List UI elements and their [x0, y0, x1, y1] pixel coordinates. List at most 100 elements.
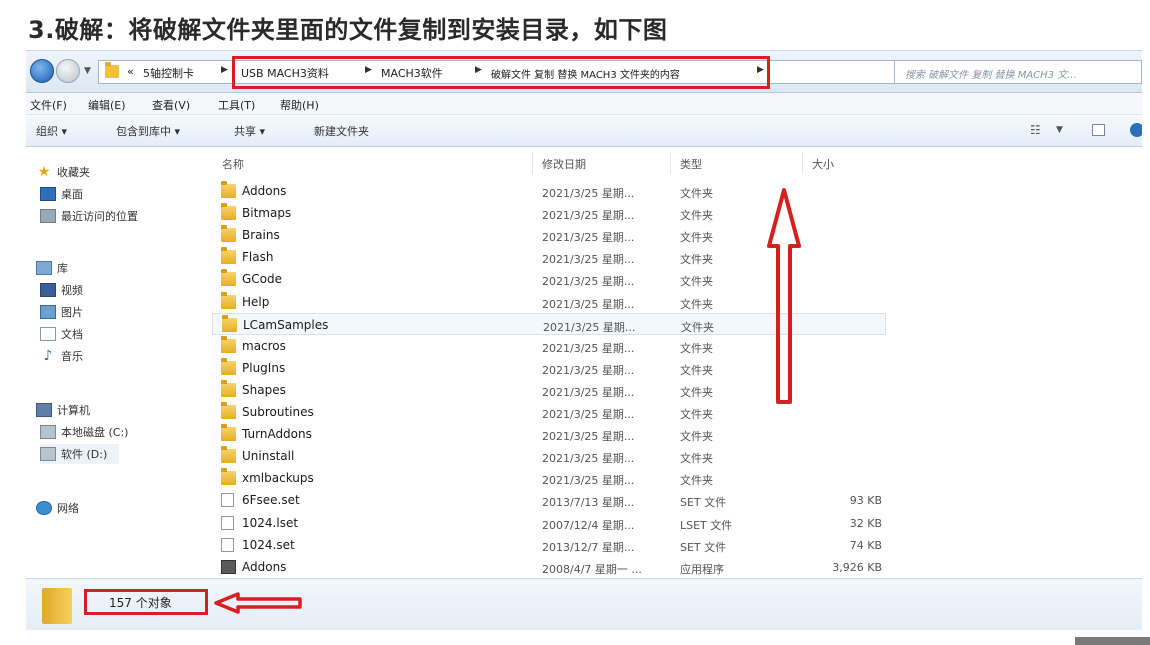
- file-date: 2007/12/4 星期...: [542, 518, 635, 532]
- file-name: macros: [242, 338, 286, 353]
- disk-icon: [40, 447, 56, 461]
- file-type: 文件夹: [680, 363, 713, 377]
- file-name: 6Fsee.set: [242, 493, 300, 508]
- table-row[interactable]: 1024.set 2013/12/7 星期... SET 文件 74 KB: [212, 534, 886, 556]
- file-name: Addons: [242, 559, 287, 574]
- nav-documents[interactable]: 文档: [40, 324, 83, 344]
- folder-icon: [221, 468, 236, 486]
- file-date: 2021/3/25 星期...: [542, 231, 635, 245]
- file-type: 应用程序: [680, 562, 724, 576]
- nav-label: 软件 (D:): [61, 448, 108, 461]
- table-row[interactable]: Uninstall 2021/3/25 星期... 文件夹: [212, 445, 886, 467]
- table-row[interactable]: Addons 2008/4/7 星期一 ... 应用程序 3,926 KB: [212, 556, 886, 578]
- menu-help[interactable]: 帮助(H): [280, 97, 319, 113]
- nav-pictures[interactable]: 图片: [40, 302, 83, 322]
- nav-desktop[interactable]: 桌面: [40, 184, 83, 204]
- folder-icon: [221, 269, 236, 287]
- help-icon[interactable]: [1130, 123, 1142, 137]
- table-row[interactable]: 6Fsee.set 2013/7/13 星期... SET 文件 93 KB: [212, 489, 886, 511]
- folder-icon: [222, 314, 237, 332]
- nav-disk-d[interactable]: 软件 (D:): [40, 444, 120, 464]
- view-options-icon[interactable]: ☷: [1030, 123, 1046, 137]
- file-date: 2021/3/25 星期...: [542, 341, 635, 355]
- command-toolbar: 组织 ▾ 包含到库中 ▾ 共享 ▾ 新建文件夹 ☷ ▼: [26, 115, 1142, 147]
- column-divider[interactable]: [802, 152, 803, 174]
- new-folder-button[interactable]: 新建文件夹: [314, 123, 369, 139]
- file-date: 2021/3/25 星期...: [542, 474, 635, 488]
- breadcrumb-separator-icon[interactable]: ▶: [221, 65, 228, 75]
- breadcrumb-item[interactable]: 5轴控制卡: [143, 65, 194, 81]
- nav-videos[interactable]: 视频: [40, 280, 83, 300]
- status-highlight-box: 157 个对象: [84, 589, 208, 615]
- nav-computer[interactable]: 计算机: [36, 400, 90, 420]
- file-size: 93 KB: [849, 494, 882, 508]
- back-button[interactable]: [30, 59, 54, 83]
- nav-favorites[interactable]: ★ 收藏夹: [36, 162, 90, 182]
- file-type: 文件夹: [681, 320, 714, 334]
- file-size: 32 KB: [849, 516, 882, 530]
- table-row[interactable]: 1024.lset 2007/12/4 星期... LSET 文件 32 KB: [212, 512, 886, 534]
- folder-icon: [221, 402, 236, 419]
- address-highlight-box: [232, 56, 770, 89]
- annotation-left-arrow: [214, 592, 302, 614]
- column-header-type[interactable]: 类型: [680, 156, 702, 172]
- column-divider[interactable]: [670, 152, 671, 174]
- nav-music[interactable]: ♪ 音乐: [40, 346, 83, 366]
- nav-disk-c[interactable]: 本地磁盘 (C:): [40, 422, 128, 442]
- recent-places-icon: [40, 209, 56, 223]
- file-date: 2013/12/7 星期...: [542, 540, 635, 554]
- file-date: 2021/3/25 星期...: [542, 452, 635, 466]
- nav-libraries[interactable]: 库: [36, 258, 68, 278]
- column-header-date[interactable]: 修改日期: [542, 156, 586, 172]
- nav-recent-places[interactable]: 最近访问的位置: [40, 206, 138, 226]
- file-date: 2021/3/25 星期...: [542, 187, 635, 200]
- file-date: 2021/3/25 星期...: [542, 297, 635, 311]
- file-type: LSET 文件: [680, 518, 733, 532]
- column-header-name[interactable]: 名称: [222, 156, 244, 172]
- table-row[interactable]: xmlbackups 2021/3/25 星期... 文件夹: [212, 467, 886, 489]
- breadcrumb-overflow[interactable]: «: [127, 65, 134, 78]
- file-name: TurnAddons: [242, 427, 312, 442]
- file-type: 文件夹: [680, 297, 713, 311]
- nav-network[interactable]: 网络: [36, 498, 79, 518]
- file-name: LCamSamples: [243, 317, 329, 332]
- file-type: 文件夹: [680, 408, 713, 421]
- file-list: 名称 修改日期 类型 大小 Addons 2021/3/25 星期... 文件夹 Bi…: [206, 148, 1142, 578]
- object-count: 157 个对象: [109, 596, 172, 610]
- folder-icon: [105, 62, 119, 78]
- view-dropdown-icon[interactable]: ▼: [1056, 125, 1072, 139]
- menu-file[interactable]: 文件(F): [30, 97, 67, 113]
- file-date: 2021/3/25 星期...: [542, 253, 635, 267]
- nav-label: 计算机: [57, 404, 90, 417]
- file-type: 文件夹: [680, 452, 713, 466]
- include-in-library-button[interactable]: 包含到库中 ▾: [116, 123, 180, 139]
- column-divider[interactable]: [532, 152, 533, 174]
- file-type: 文件夹: [680, 209, 713, 223]
- file-type: SET 文件: [680, 496, 727, 510]
- folder-icon: [221, 424, 236, 442]
- nav-label: 音乐: [61, 350, 83, 363]
- nav-label: 最近访问的位置: [61, 210, 138, 223]
- history-dropdown-icon[interactable]: ▼: [84, 66, 91, 76]
- nav-label: 库: [57, 262, 68, 275]
- menu-tools[interactable]: 工具(T): [218, 97, 255, 113]
- file-type: 文件夹: [680, 430, 713, 444]
- folder-icon: [221, 446, 236, 464]
- menu-edit[interactable]: 编辑(E): [88, 97, 126, 113]
- file-date: 2021/3/25 星期...: [542, 430, 635, 444]
- file-name: Uninstall: [242, 449, 295, 464]
- menu-view[interactable]: 查看(V): [152, 97, 190, 113]
- search-input[interactable]: 搜索 破解文件 复制 替换 MACH3 文...: [894, 60, 1142, 84]
- folder-icon: [221, 291, 236, 309]
- preview-pane-icon[interactable]: [1092, 124, 1105, 136]
- table-row[interactable]: TurnAddons 2021/3/25 星期... 文件夹: [212, 423, 886, 445]
- search-placeholder: 搜索 破解文件 复制 替换 MACH3 文...: [905, 70, 1077, 81]
- column-header-size[interactable]: 大小: [812, 156, 834, 172]
- file-name: Bitmaps: [242, 206, 292, 221]
- forward-button[interactable]: [56, 59, 80, 83]
- folder-icon: [221, 225, 236, 243]
- scroll-indicator: [1075, 637, 1150, 645]
- share-button[interactable]: 共享 ▾: [234, 123, 265, 139]
- organize-button[interactable]: 组织 ▾: [36, 123, 67, 139]
- file-name: Help: [242, 294, 270, 309]
